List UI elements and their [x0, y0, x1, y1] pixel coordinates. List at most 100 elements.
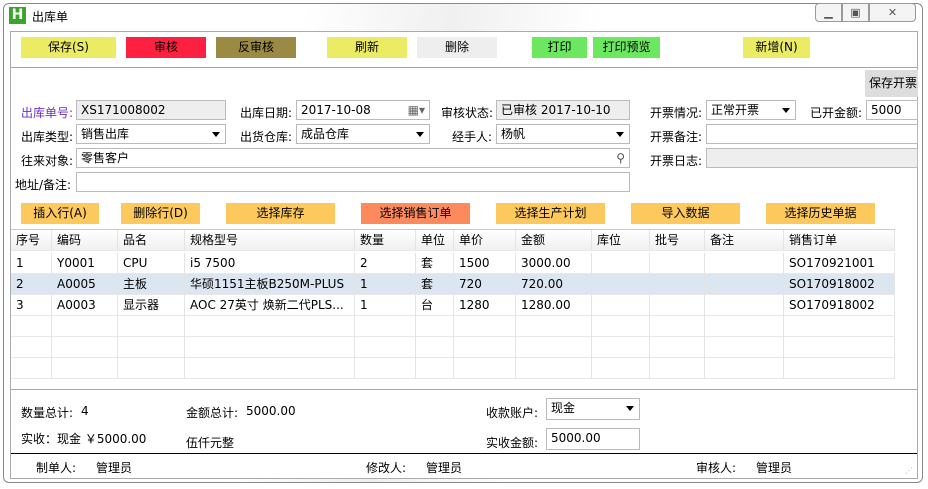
- table-cell: 1280.00: [516, 295, 592, 316]
- toolbar-button-0[interactable]: 保存(S): [21, 37, 116, 58]
- column-header[interactable]: 批号: [650, 230, 705, 251]
- chevron-down-icon: [616, 132, 624, 137]
- column-header[interactable]: 备注: [705, 230, 784, 251]
- auditor-label: 审核人:: [696, 461, 737, 475]
- table-header: 序号 编码 品名 规格型号 数量 单位 单价 金额 库位 批号 备注 销售订单: [11, 230, 895, 251]
- column-header[interactable]: 品名: [118, 230, 185, 251]
- partner-field[interactable]: 零售客户 ⚲: [76, 148, 630, 168]
- empty-row[interactable]: [11, 358, 895, 379]
- table-cell: [650, 358, 705, 379]
- toolbar-button-5[interactable]: 打印: [532, 37, 587, 58]
- table-cell: [416, 358, 454, 379]
- table-row[interactable]: 3 A0003 显示器 AOC 27英寸 焕新二代PLS... 1 台 1280 1280.0…: [11, 295, 895, 316]
- column-header[interactable]: 单价: [454, 230, 516, 251]
- action-button-1[interactable]: 删除行(D): [121, 203, 200, 224]
- empty-row[interactable]: [11, 316, 895, 337]
- action-button-3[interactable]: 选择销售订单: [361, 203, 470, 224]
- action-button-5[interactable]: 导入数据: [631, 203, 740, 224]
- chevron-down-icon: [416, 132, 424, 137]
- table-cell: 1: [355, 274, 416, 295]
- column-header[interactable]: 销售订单: [784, 230, 895, 251]
- calendar-icon[interactable]: ▦▾: [408, 101, 425, 119]
- address-field[interactable]: [76, 172, 630, 192]
- toolbar-button-1[interactable]: 审核: [126, 37, 206, 58]
- table-cell: [592, 358, 650, 379]
- toolbar-button-7[interactable]: 新增(N): [743, 37, 810, 58]
- action-button-6[interactable]: 选择历史单据: [766, 203, 875, 224]
- action-button-2[interactable]: 选择库存: [226, 203, 335, 224]
- table-cell: [784, 316, 895, 337]
- table-cell: SO170918002: [784, 295, 895, 316]
- table-cell: [516, 358, 592, 379]
- close-icon[interactable]: ✕: [869, 3, 916, 22]
- invoiced-amount-field[interactable]: 5000: [866, 100, 918, 120]
- order-no-field[interactable]: XS171008002: [76, 100, 226, 120]
- toolbar-button-4[interactable]: 删除: [417, 37, 497, 58]
- table-cell: [516, 337, 592, 358]
- table-cell: [185, 358, 355, 379]
- table-cell: [650, 337, 705, 358]
- table-cell: 1: [11, 253, 52, 274]
- table-row[interactable]: 2 A0005 主板 华硕1151主板B250M-PLUS 1 套 720 720.00 SO1…: [11, 274, 895, 295]
- column-header[interactable]: 序号: [11, 230, 52, 251]
- column-header[interactable]: 单位: [416, 230, 454, 251]
- invoice-status-select[interactable]: 正常开票: [706, 100, 796, 120]
- table-cell: [185, 316, 355, 337]
- table-cell: 1280: [454, 295, 516, 316]
- column-header[interactable]: 数量: [355, 230, 416, 251]
- table-cell: [52, 316, 118, 337]
- column-header[interactable]: 规格型号: [185, 230, 355, 251]
- creator-label: 制单人:: [36, 461, 77, 475]
- empty-row[interactable]: [11, 337, 895, 358]
- resize-grip-icon[interactable]: ⋰: [905, 466, 913, 475]
- table-cell: [416, 337, 454, 358]
- amount-total-label: 金额总计:: [186, 406, 239, 420]
- save-invoice-button[interactable]: 保存开票: [865, 70, 918, 97]
- column-header[interactable]: 编码: [52, 230, 118, 251]
- warehouse-value: 成品仓库: [301, 127, 350, 141]
- account-select[interactable]: 现金: [546, 398, 640, 420]
- table-cell: [592, 253, 650, 274]
- table-cell: 主板: [118, 274, 185, 295]
- toolbar-button-2[interactable]: 反审核: [216, 37, 296, 58]
- table-cell: [592, 337, 650, 358]
- date-picker[interactable]: 2017-10-08 ▦▾: [296, 100, 430, 120]
- table-cell: [416, 316, 454, 337]
- table-cell: [592, 274, 650, 295]
- type-select[interactable]: 销售出库: [76, 124, 226, 144]
- table-cell: [11, 358, 52, 379]
- table-cell: SO170921001: [784, 253, 895, 274]
- table-cell: [705, 316, 784, 337]
- table-cell: Y0001: [52, 253, 118, 274]
- table-cell: 2: [11, 274, 52, 295]
- app-logo: H: [9, 7, 26, 24]
- search-icon[interactable]: ⚲: [616, 149, 625, 167]
- action-button-4[interactable]: 选择生产计划: [496, 203, 605, 224]
- table-cell: [185, 337, 355, 358]
- modifier-label: 修改人:: [366, 461, 407, 475]
- column-header[interactable]: 库位: [592, 230, 650, 251]
- action-button-0[interactable]: 插入行(A): [21, 203, 99, 224]
- invoice-note-field[interactable]: [706, 124, 918, 144]
- handler-select[interactable]: 杨帆: [496, 124, 630, 144]
- table-cell: [454, 316, 516, 337]
- table-cell: 1500: [454, 253, 516, 274]
- chevron-down-icon: [626, 406, 634, 411]
- window-title: 出库单: [32, 10, 69, 24]
- toolbar-button-6[interactable]: 打印预览: [593, 37, 660, 58]
- restore-icon[interactable]: ▣: [842, 3, 869, 22]
- table-cell: [650, 274, 705, 295]
- invoice-note-label: 开票备注:: [650, 130, 703, 144]
- minimize-icon[interactable]: ▁: [815, 3, 842, 22]
- handler-value: 杨帆: [501, 127, 526, 141]
- table-cell: [705, 337, 784, 358]
- toolbar-button-3[interactable]: 刷新: [327, 37, 407, 58]
- warehouse-select[interactable]: 成品仓库: [296, 124, 430, 144]
- received-amount-field[interactable]: 5000.00: [546, 428, 640, 450]
- creator-value: 管理员: [96, 461, 133, 475]
- table-cell: [784, 358, 895, 379]
- column-header[interactable]: 金额: [516, 230, 592, 251]
- table-cell: [118, 337, 185, 358]
- table-row[interactable]: 1 Y0001 CPU i5 7500 2 套 1500 3000.00 SO170921001: [11, 253, 895, 274]
- divider: [11, 67, 917, 68]
